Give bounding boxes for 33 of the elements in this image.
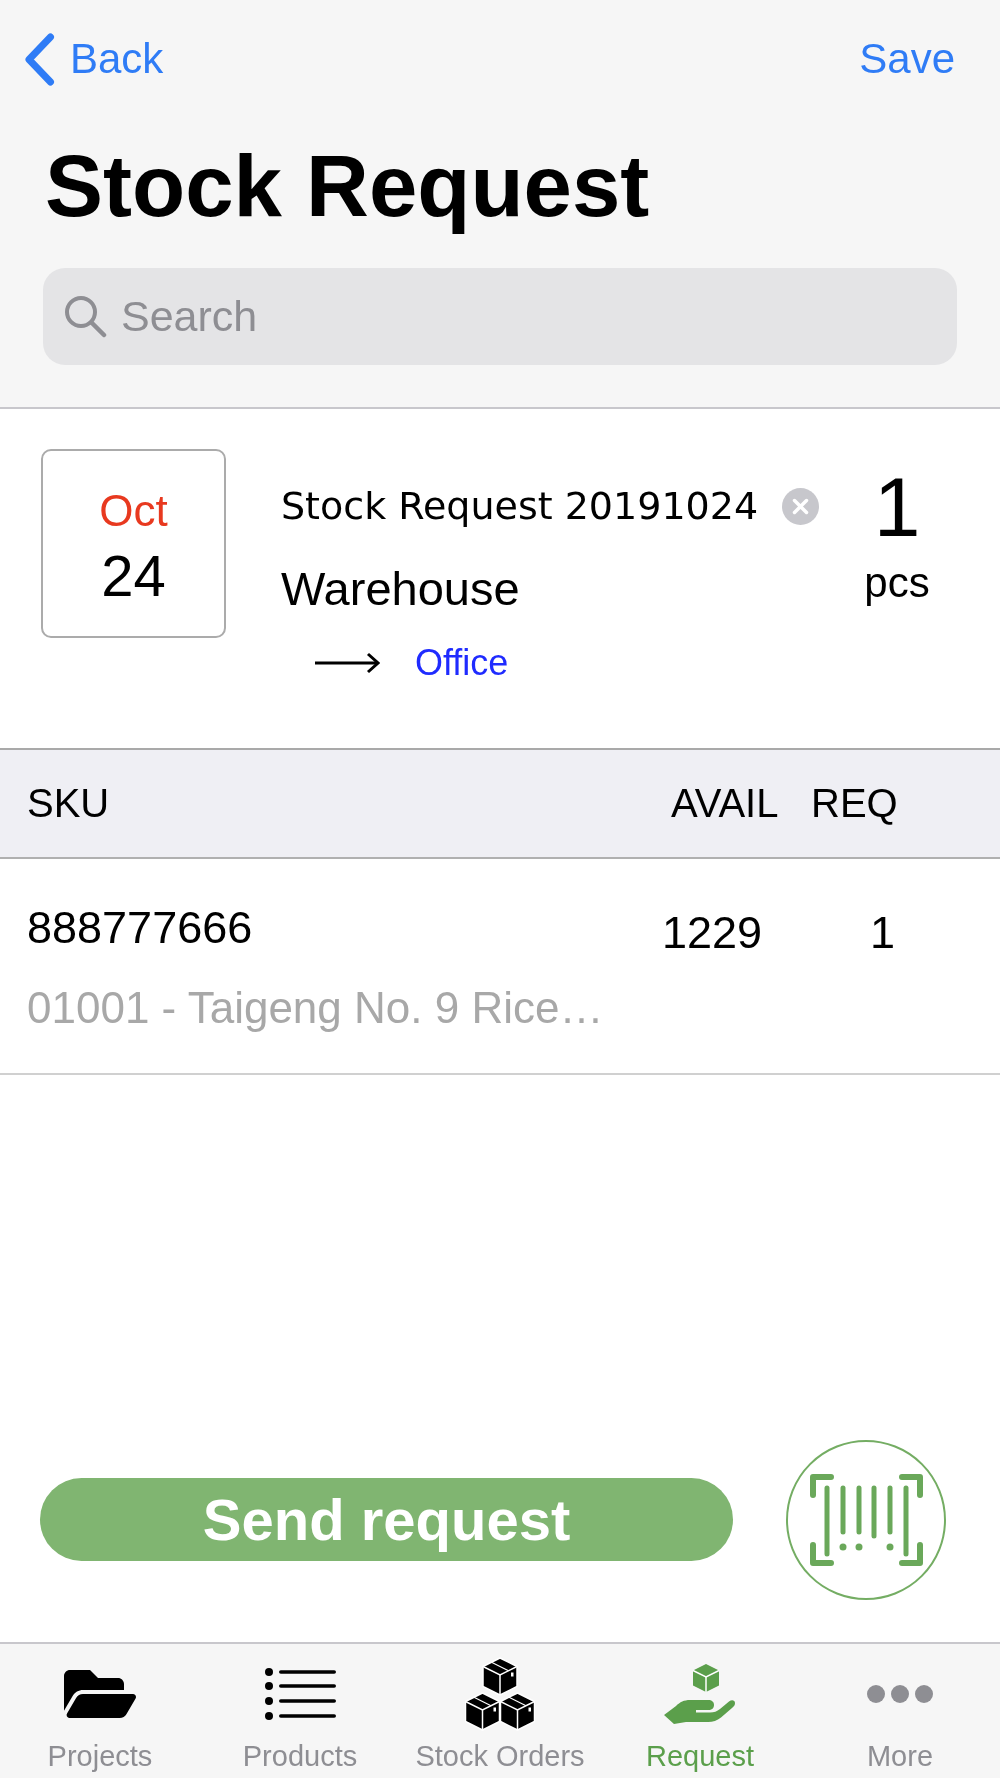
quantity-value: 1 (873, 465, 921, 549)
to-location-link[interactable]: Office (415, 645, 509, 681)
save-button[interactable]: Save (859, 38, 955, 80)
column-header: AVAIL (671, 781, 779, 825)
arrow-right-icon (314, 652, 380, 674)
sku-cell: 888777666 (27, 905, 253, 950)
from-location: Warehouse (281, 564, 520, 612)
ellipsis-icon (867, 1685, 933, 1703)
avail-cell: 1229 (662, 907, 763, 958)
column-header: SKU (27, 781, 110, 825)
tab-bar-item[interactable]: Request (600, 1644, 800, 1778)
req-cell: 1 (870, 907, 896, 958)
tab-bar-item[interactable]: More (800, 1644, 1000, 1778)
tab-bar-item[interactable]: Products (200, 1644, 400, 1778)
clear-icon[interactable] (782, 487, 820, 525)
search-icon (64, 295, 107, 338)
column-header: REQ (811, 781, 898, 825)
tab-bar-item[interactable]: Projects (0, 1644, 200, 1778)
send-request-button[interactable]: Send request (40, 1478, 733, 1561)
date-day: 24 (101, 547, 166, 605)
back-button[interactable]: Back (25, 32, 164, 86)
quantity-unit: pcs (864, 562, 930, 604)
barcode-scan-icon (809, 1473, 923, 1566)
stacked-boxes-icon (465, 1657, 535, 1731)
search-field[interactable]: Search (43, 268, 957, 365)
product-description: 01001 - Taigeng No. 9 Rice… (27, 986, 604, 1030)
list-icon (264, 1668, 336, 1720)
date-month: Oct (99, 489, 168, 533)
back-chevron-icon (25, 32, 55, 86)
tab-bar-item[interactable]: Stock Orders (400, 1644, 600, 1778)
page-title: Stock Request (45, 135, 650, 236)
hand-with-box-icon (664, 1664, 736, 1724)
request-name: Stock Request 20191024 (281, 487, 759, 525)
